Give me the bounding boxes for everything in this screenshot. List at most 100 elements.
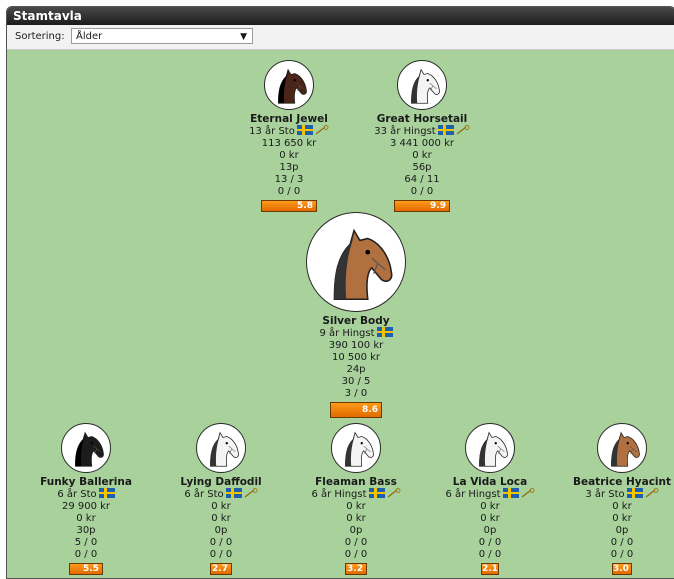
horse-season-earnings: 0 kr xyxy=(211,513,231,524)
rating-badge: 5.5 xyxy=(69,563,103,575)
chevron-down-icon: ▼ xyxy=(240,32,247,42)
horse-extra-stats: 0 / 0 xyxy=(344,549,368,560)
horse-points: 56p xyxy=(412,162,432,173)
horse-name[interactable]: Beatrice Hyacint xyxy=(552,476,674,488)
horse-starts-wins: 64 / 11 xyxy=(404,174,440,185)
horse-season-earnings: 0 kr xyxy=(412,150,432,161)
horse-photo[interactable] xyxy=(61,423,111,473)
whip-icon xyxy=(643,488,659,500)
horse-head-icon xyxy=(479,431,508,467)
swedish-flag-icon xyxy=(502,488,519,498)
whip-icon xyxy=(242,488,258,500)
horse-earnings: 29 900 kr xyxy=(61,501,111,512)
horse-head-icon xyxy=(411,68,440,104)
horse-card-child5[interactable]: Beatrice Hyacint 3 år Sto 0 kr 0 kr 0p 0… xyxy=(552,423,674,575)
horse-head-icon xyxy=(278,68,307,104)
horse-card-child3[interactable]: Fleaman Bass 6 år Hingst 0 kr 0 kr 0p 0 … xyxy=(286,423,426,575)
horse-starts-wins: 0 / 0 xyxy=(478,537,502,548)
rating-badge: 5.8 xyxy=(261,200,317,212)
horse-name[interactable]: Funky Ballerina xyxy=(16,476,156,488)
rating-badge: 2.7 xyxy=(210,563,232,575)
horse-season-earnings: 0 kr xyxy=(612,513,632,524)
whip-icon xyxy=(454,125,470,137)
horse-head-icon xyxy=(75,431,104,467)
horse-extra-stats: 0 / 0 xyxy=(410,186,434,197)
rating-badge: 3.0 xyxy=(612,563,632,575)
horse-name[interactable]: Fleaman Bass xyxy=(286,476,426,488)
horse-season-earnings: 0 kr xyxy=(480,513,500,524)
swedish-flag-icon xyxy=(225,488,242,498)
whip-icon xyxy=(313,125,329,137)
horse-season-earnings: 0 kr xyxy=(76,513,96,524)
horse-name[interactable]: La Vida Loca xyxy=(420,476,560,488)
horse-earnings: 390 100 kr xyxy=(328,340,384,351)
horse-extra-stats: 0 / 0 xyxy=(277,186,301,197)
horse-earnings: 113 650 kr xyxy=(261,138,317,149)
horse-season-earnings: 0 kr xyxy=(279,150,299,161)
sort-select-value: Ålder xyxy=(76,31,103,42)
horse-name[interactable]: Eternal Jewel xyxy=(219,113,359,125)
horse-earnings: 0 kr xyxy=(211,501,231,512)
sort-select[interactable]: Ålder ▼ xyxy=(71,28,253,44)
horse-season-earnings: 10 500 kr xyxy=(331,352,381,363)
horse-card-child1[interactable]: Funky Ballerina 6 år Sto 29 900 kr 0 kr … xyxy=(16,423,156,575)
horse-photo[interactable] xyxy=(465,423,515,473)
horse-earnings: 0 kr xyxy=(346,501,366,512)
horse-photo[interactable] xyxy=(597,423,647,473)
horse-age-line: 6 år Sto xyxy=(151,488,291,501)
horse-starts-wins: 13 / 3 xyxy=(274,174,304,185)
horse-starts-wins: 0 / 0 xyxy=(610,537,634,548)
horse-earnings: 0 kr xyxy=(612,501,632,512)
horse-photo[interactable] xyxy=(264,60,314,110)
horse-head-icon xyxy=(333,228,393,301)
horse-extra-stats: 3 / 0 xyxy=(344,388,368,399)
horse-age-line: 9 år Hingst xyxy=(286,327,426,340)
rating-badge: 8.6 xyxy=(330,402,382,418)
horse-extra-stats: 0 / 0 xyxy=(610,549,634,560)
whip-icon xyxy=(519,488,535,500)
horse-points: 0p xyxy=(483,525,497,536)
rating-badge: 3.2 xyxy=(345,563,367,575)
horse-card-main[interactable]: Silver Body 9 år Hingst 390 100 kr 10 50… xyxy=(286,212,426,418)
horse-age-line: 6 år Hingst xyxy=(420,488,560,501)
horse-card-dam[interactable]: Eternal Jewel 13 år Sto 113 650 kr 0 kr … xyxy=(219,60,359,212)
horse-extra-stats: 0 / 0 xyxy=(209,549,233,560)
horse-points: 0p xyxy=(214,525,228,536)
horse-starts-wins: 0 / 0 xyxy=(209,537,233,548)
horse-card-child4[interactable]: La Vida Loca 6 år Hingst 0 kr 0 kr 0p 0 … xyxy=(420,423,560,575)
horse-head-icon xyxy=(611,431,640,467)
window-title: Stamtavla xyxy=(7,7,674,25)
horse-name[interactable]: Silver Body xyxy=(286,315,426,327)
horse-head-icon xyxy=(210,431,239,467)
horse-photo[interactable] xyxy=(196,423,246,473)
swedish-flag-icon xyxy=(368,488,385,498)
horse-season-earnings: 0 kr xyxy=(346,513,366,524)
horse-starts-wins: 30 / 5 xyxy=(341,376,371,387)
horse-starts-wins: 0 / 0 xyxy=(344,537,368,548)
horse-age-line: 3 år Sto xyxy=(552,488,674,501)
horse-name[interactable]: Great Horsetail xyxy=(352,113,492,125)
horse-extra-stats: 0 / 0 xyxy=(74,549,98,560)
horse-age-line: 6 år Hingst xyxy=(286,488,426,501)
sort-label: Sortering: xyxy=(15,31,65,42)
horse-age-line: 13 år Sto xyxy=(219,125,359,138)
rating-badge: 9.9 xyxy=(394,200,450,212)
horse-points: 30p xyxy=(76,525,96,536)
horse-earnings: 3 441 000 kr xyxy=(390,138,454,149)
whip-icon xyxy=(385,488,401,500)
swedish-flag-icon xyxy=(296,125,313,135)
horse-head-icon xyxy=(345,431,374,467)
horse-photo[interactable] xyxy=(306,212,406,312)
horse-starts-wins: 5 / 0 xyxy=(74,537,98,548)
swedish-flag-icon xyxy=(626,488,643,498)
toolbar: Sortering: Ålder ▼ xyxy=(7,25,674,50)
horse-points: 0p xyxy=(615,525,629,536)
horse-card-child2[interactable]: Lying Daffodil 6 år Sto 0 kr 0 kr 0p 0 /… xyxy=(151,423,291,575)
horse-extra-stats: 0 / 0 xyxy=(478,549,502,560)
horse-photo[interactable] xyxy=(331,423,381,473)
horse-photo[interactable] xyxy=(397,60,447,110)
horse-name[interactable]: Lying Daffodil xyxy=(151,476,291,488)
horse-card-sire[interactable]: Great Horsetail 33 år Hingst 3 441 000 k… xyxy=(352,60,492,212)
rating-badge: 2.1 xyxy=(481,563,499,575)
horse-earnings: 0 kr xyxy=(480,501,500,512)
